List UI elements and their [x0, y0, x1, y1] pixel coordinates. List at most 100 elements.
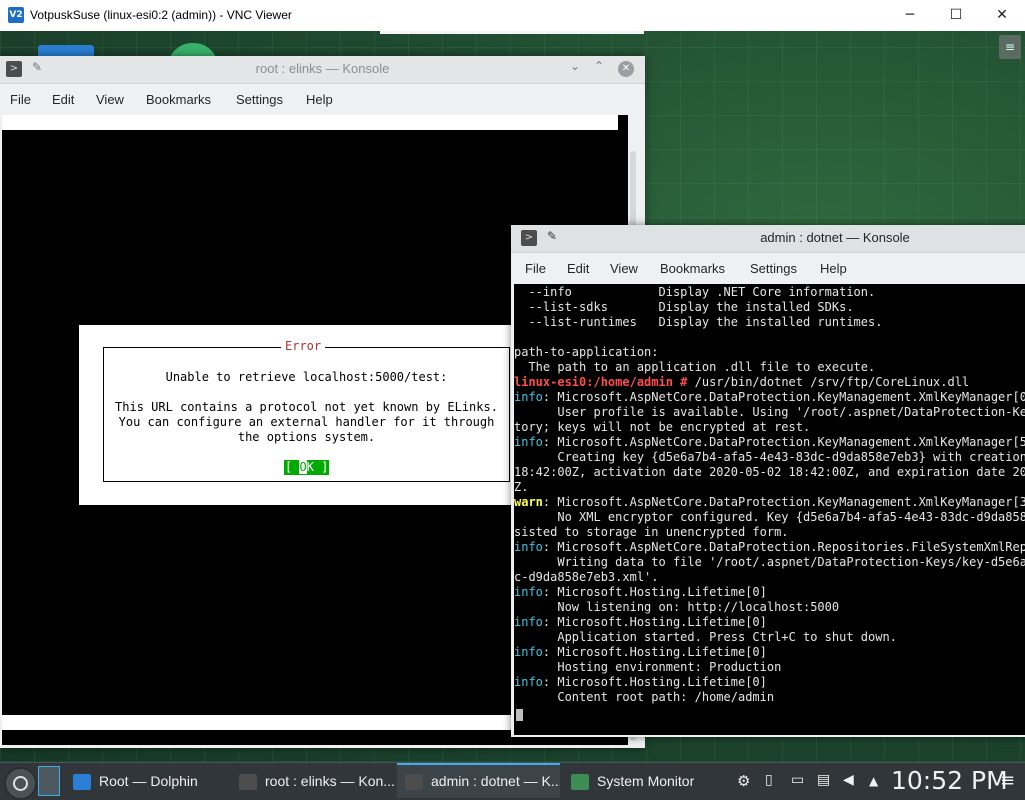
terminal-text: User profile is available. Using '/root/… [514, 405, 1025, 419]
terminal-text: Writing data to file '/root/.aspnet/Data… [514, 555, 1025, 569]
terminal-line: --list-runtimes Display the installed ru… [514, 315, 1025, 330]
terminal-icon: > [521, 230, 537, 246]
display-icon[interactable]: ▭ [791, 772, 804, 788]
task-dolphin[interactable]: Root — Dolphin [65, 765, 228, 798]
menu-help[interactable]: Help [306, 92, 333, 107]
close-button[interactable]: ✕ [979, 0, 1025, 31]
menu-settings[interactable]: Settings [236, 92, 283, 107]
terminal-text: tory; keys will not be encrypted at rest… [514, 420, 811, 434]
terminal-text: Now listening on: http://localhost:5000 [514, 600, 840, 614]
error-message-line: You can configure an external handler fo… [118, 415, 495, 429]
konsole-dotnet-menubar: File Edit View Bookmarks Settings Help [511, 253, 1025, 285]
terminal-line: The path to an application .dll file to … [514, 360, 1025, 375]
remote-desktop: ≡ > ✎ root : elinks — Konsole ⌄ ⌃ ✕ File… [0, 31, 1025, 762]
konsole-dotnet-titlebar[interactable]: > ✎ admin : dotnet — Konsole [511, 225, 1025, 253]
menu-edit[interactable]: Edit [567, 261, 589, 276]
terminal-line: Now listening on: http://localhost:5000 [514, 600, 1025, 615]
terminal-text: --list-sdks Display the installed SDKs. [514, 300, 854, 314]
error-dialog: Error Unable to retrieve localhost:5000/… [79, 325, 519, 505]
terminal-text: Creating key {d5e6a7b4-afa5-4e43-83dc-d9… [514, 450, 1025, 464]
chevron-up-icon[interactable]: ▲ [869, 774, 878, 788]
ok-button[interactable]: [ OK ] [284, 460, 330, 475]
usb-icon[interactable]: ▯ [765, 772, 773, 788]
terminal-line: info: Microsoft.Hosting.Lifetime[0] [514, 585, 1025, 600]
menu-help[interactable]: Help [820, 261, 847, 276]
terminal-line: path-to-application: [514, 345, 1025, 360]
terminal-line: --list-sdks Display the installed SDKs. [514, 300, 1025, 315]
volume-icon[interactable]: ◀ [843, 772, 854, 788]
terminal-line: info: Microsoft.Hosting.Lifetime[0] [514, 615, 1025, 630]
task-system-monitor[interactable]: System Monitor [563, 765, 726, 798]
terminal-text: c-d9da858e7eb3.xml'. [514, 570, 659, 584]
terminal-text: : Microsoft.AspNetCore.DataProtection.Re… [542, 540, 1025, 554]
maximize-button[interactable]: ☐ [933, 0, 979, 31]
terminal-line: Writing data to file '/root/.aspnet/Data… [514, 555, 1025, 570]
task-konsole-dotnet[interactable]: admin : dotnet — K... [397, 763, 560, 798]
terminal-text: 18:42:00Z, activation date 2020-05-02 18… [514, 465, 1025, 479]
pin-icon[interactable]: ✎ [547, 229, 557, 243]
terminal-line: Z. [514, 480, 1025, 495]
terminal-text: : Microsoft.AspNetCore.DataProtection.Ke… [542, 390, 1025, 404]
terminal-line: Creating key {d5e6a7b4-afa5-4e43-83dc-d9… [514, 450, 1025, 465]
terminal-line: Content root path: /home/admin [514, 690, 1025, 705]
terminal-line: Application started. Press Ctrl+C to shu… [514, 630, 1025, 645]
terminal-text: Application started. Press Ctrl+C to shu… [514, 630, 897, 644]
terminal-text: --list-runtimes Display the installed ru… [514, 315, 883, 329]
terminal-text: : Microsoft.Hosting.Lifetime[0] [542, 615, 767, 629]
minimize-button[interactable]: ─ [887, 0, 933, 31]
terminal-line: User profile is available. Using '/root/… [514, 405, 1025, 420]
menu-settings[interactable]: Settings [750, 261, 797, 276]
error-dialog-title: Error [281, 339, 326, 353]
network-icon[interactable]: ⚙ [737, 772, 750, 790]
panel-menu-icon[interactable]: ≡ [1000, 770, 1015, 791]
terminal-text: info [514, 675, 543, 689]
terminal-text: The path to an application .dll file to … [514, 360, 876, 374]
terminal-text: info [514, 540, 543, 554]
close-icon[interactable]: ✕ [618, 61, 634, 77]
terminal-line: 18:42:00Z, activation date 2020-05-02 18… [514, 465, 1025, 480]
menu-bookmarks[interactable]: Bookmarks [146, 92, 211, 107]
terminal-line: info: Microsoft.Hosting.Lifetime[0] [514, 675, 1025, 690]
terminal-line: info: Microsoft.AspNetCore.DataProtectio… [514, 390, 1025, 405]
terminal-text: sisted to storage in unencrypted form. [514, 525, 789, 539]
terminal-text: linux-esi0:/home/admin # [514, 375, 695, 389]
terminal-text: : Microsoft.AspNetCore.DataProtection.Ke… [542, 495, 1025, 509]
error-message-line: Unable to retrieve localhost:5000/test: [165, 370, 448, 384]
clipboard-icon[interactable]: ▤ [817, 772, 830, 788]
terminal-text: No XML encryptor configured. Key {d5e6a7… [514, 510, 1025, 524]
terminal-icon [239, 774, 257, 791]
application-launcher-icon[interactable] [4, 767, 37, 800]
taskbar: Root — Dolphin root : elinks — Kon... ad… [0, 762, 1025, 800]
menu-file[interactable]: File [525, 261, 546, 276]
chevron-up-icon[interactable]: ⌃ [594, 59, 604, 73]
show-desktop-icon[interactable] [38, 766, 60, 796]
konsole-elinks-menubar: File Edit View Bookmarks Settings Help [0, 84, 645, 116]
clock[interactable]: 10:52 PM [891, 766, 1008, 795]
terminal-line: info: Microsoft.Hosting.Lifetime[0] [514, 645, 1025, 660]
monitor-icon [571, 774, 589, 791]
task-konsole-elinks[interactable]: root : elinks — Kon... [231, 765, 394, 798]
chevron-down-icon[interactable]: ⌄ [570, 59, 580, 73]
menu-view[interactable]: View [96, 92, 124, 107]
terminal-line: sisted to storage in unencrypted form. [514, 525, 1025, 540]
menu-view[interactable]: View [610, 261, 638, 276]
menu-file[interactable]: File [10, 92, 31, 107]
terminal-text: Content root path: /home/admin [514, 690, 775, 704]
terminal-text: Z. [514, 480, 529, 494]
elinks-top-bar [2, 115, 618, 130]
terminal-text: info [514, 435, 543, 449]
terminal-line: Hosting environment: Production [514, 660, 1025, 675]
terminal-text: --info Display .NET Core information. [514, 285, 876, 299]
konsole-elinks-titlebar[interactable]: > ✎ root : elinks — Konsole ⌄ ⌃ ✕ [0, 56, 645, 84]
terminal-text: /usr/bin/dotnet /srv/ftp/CoreLinux.dll [694, 375, 970, 389]
desktop-menu-icon[interactable]: ≡ [999, 35, 1021, 59]
opensuse-logo-icon [13, 776, 28, 791]
menu-edit[interactable]: Edit [52, 92, 74, 107]
terminal-line: warn: Microsoft.AspNetCore.DataProtectio… [514, 495, 1025, 510]
vnc-window-title: VotpuskSuse (linux-esi0:2 (admin)) - VNC… [30, 8, 292, 22]
vnc-titlebar[interactable]: V2 VotpuskSuse (linux-esi0:2 (admin)) - … [0, 0, 1025, 32]
terminal-line: tory; keys will not be encrypted at rest… [514, 420, 1025, 435]
dotnet-terminal-output[interactable]: --info Display .NET Core information. --… [514, 284, 1025, 735]
menu-bookmarks[interactable]: Bookmarks [660, 261, 725, 276]
